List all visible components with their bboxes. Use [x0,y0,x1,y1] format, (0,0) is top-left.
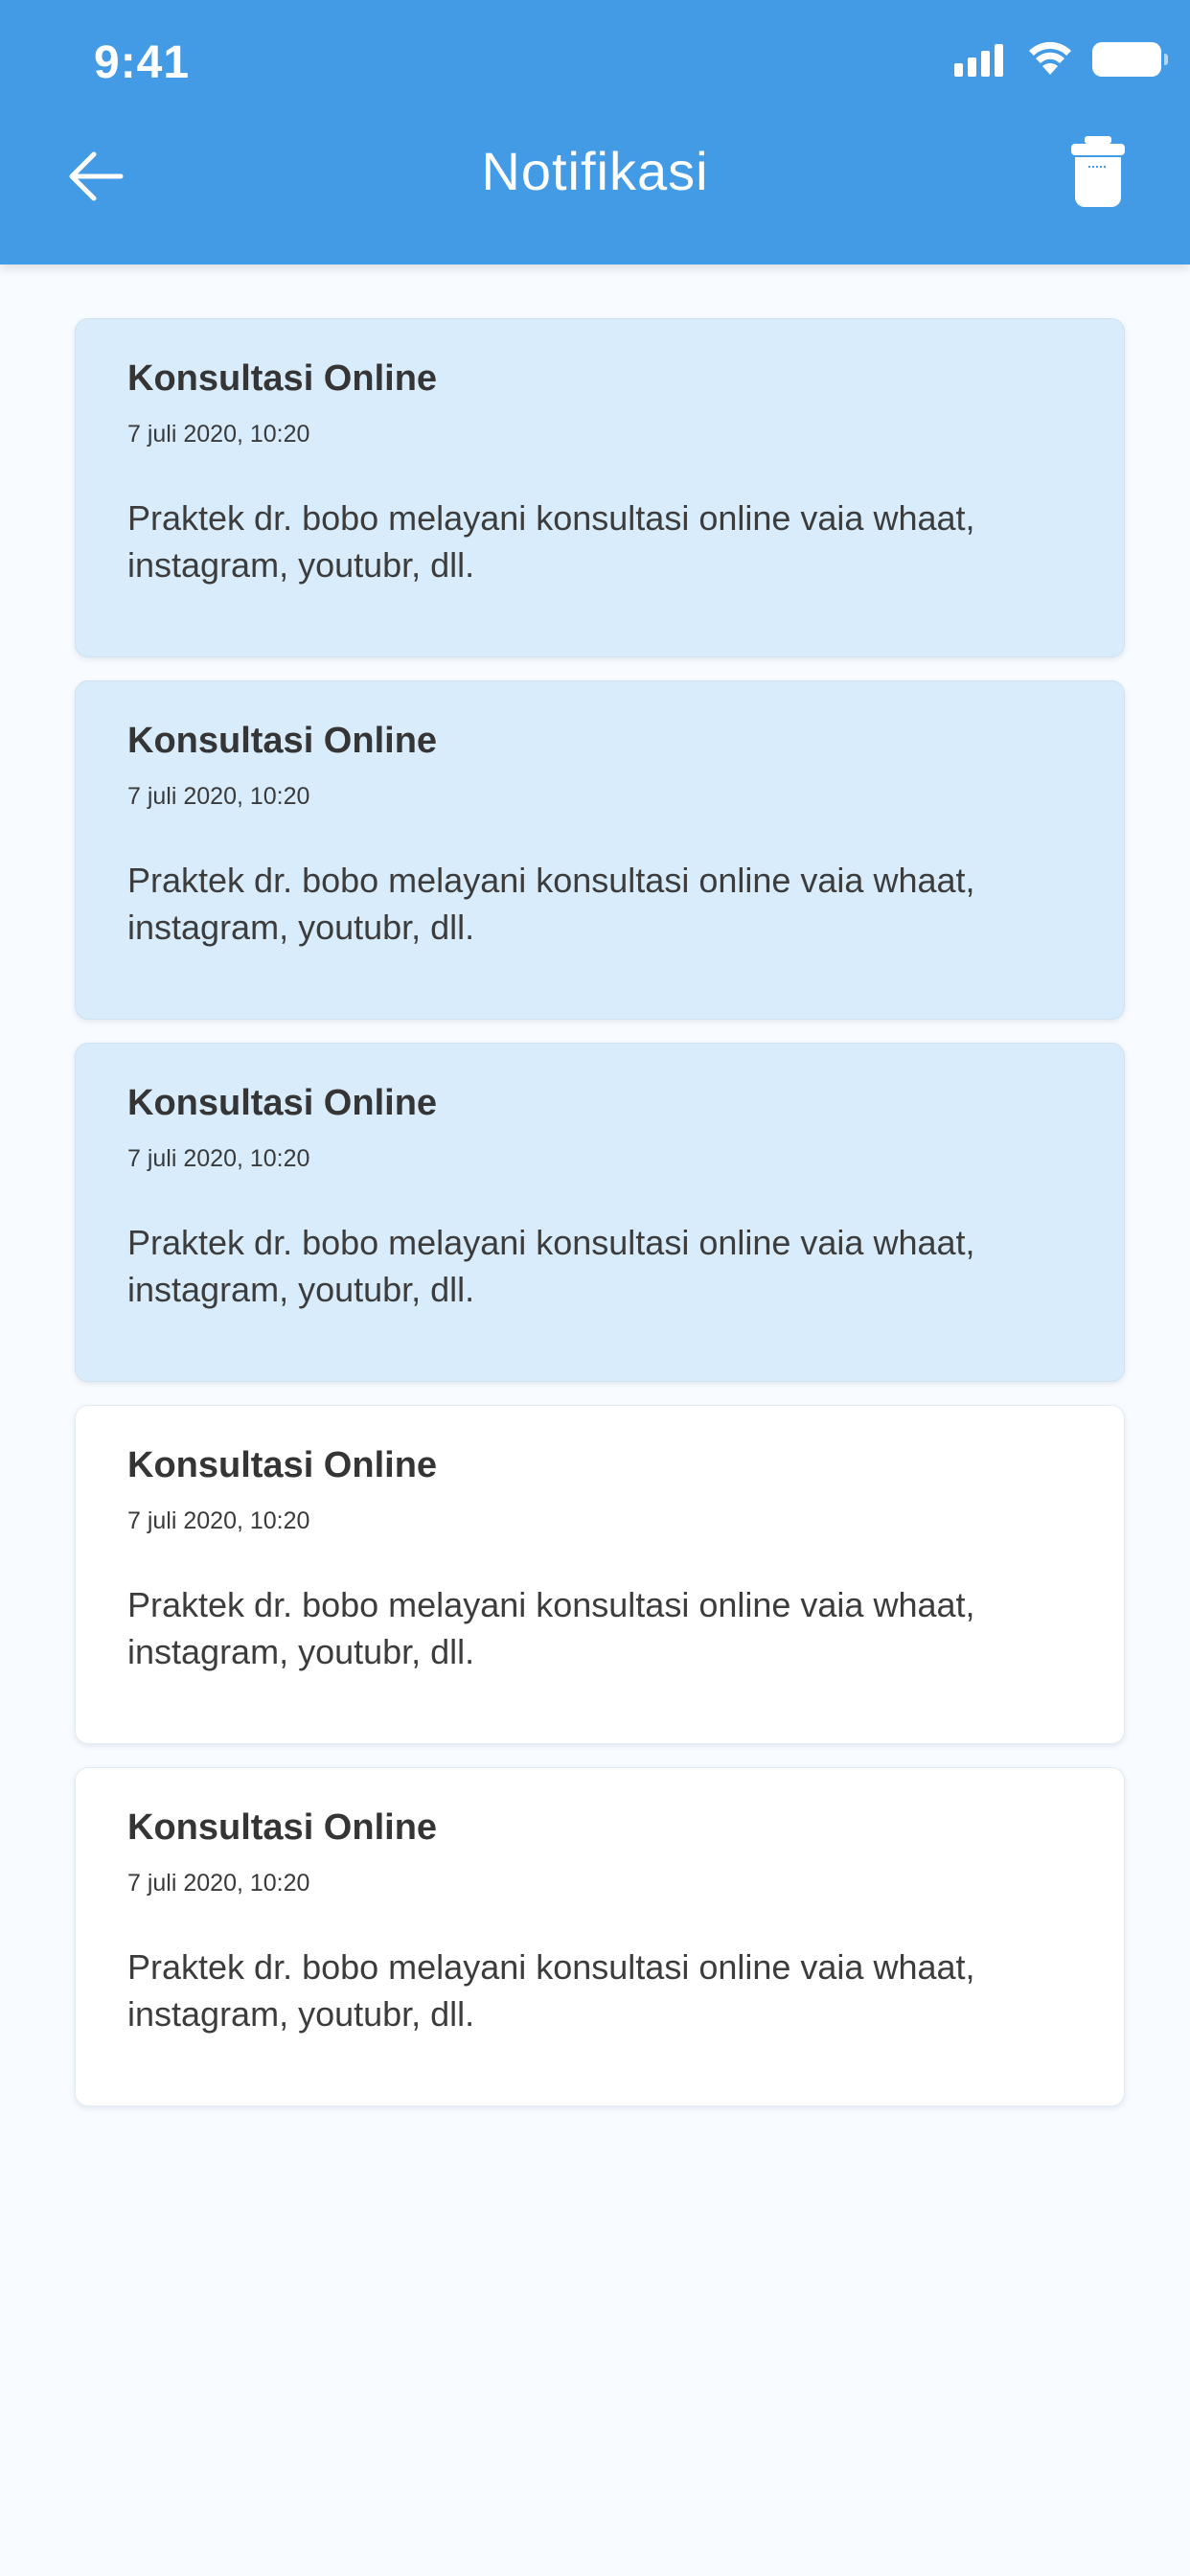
status-time: 9:41 [94,37,191,88]
notification-timestamp: 7 juli 2020, 10:20 [127,1144,310,1172]
notification-message: Praktek dr. bobo melayani konsultasi onl… [127,1584,975,1672]
notification-title: Konsultasi Online [127,1083,438,1123]
notification-card[interactable]: Konsultasi Online 7 juli 2020, 10:20 Pra… [75,680,1125,1020]
notification-title: Konsultasi Online [127,721,438,761]
notification-timestamp: 7 juli 2020, 10:20 [127,782,310,810]
page-title: Notifikasi [481,141,709,201]
notification-timestamp: 7 juli 2020, 10:20 [127,1869,310,1897]
notification-message: Praktek dr. bobo melayani konsultasi onl… [127,497,975,586]
notification-title: Konsultasi Online [127,1807,438,1848]
notification-timestamp: 7 juli 2020, 10:20 [127,1506,310,1534]
notification-title: Konsultasi Online [127,358,438,399]
notification-card[interactable]: Konsultasi Online 7 juli 2020, 10:20 Pra… [75,1405,1125,1744]
notification-card[interactable]: Konsultasi Online 7 juli 2020, 10:20 Pra… [75,1043,1125,1382]
notification-timestamp: 7 juli 2020, 10:20 [127,420,310,448]
wifi-icon [1029,41,1071,75]
notification-message: Praktek dr. bobo melayani konsultasi onl… [127,1222,975,1310]
trash-icon[interactable] [1069,136,1127,209]
cellular-signal-icon [954,42,1008,77]
battery-icon [1092,42,1168,77]
notification-list: Konsultasi Online 7 juli 2020, 10:20 Pra… [75,318,1125,2129]
notification-message: Praktek dr. bobo melayani konsultasi onl… [127,1946,975,2035]
notification-card[interactable]: Konsultasi Online 7 juli 2020, 10:20 Pra… [75,1767,1125,2106]
notification-message: Praktek dr. bobo melayani konsultasi onl… [127,860,975,948]
status-icons [954,38,1168,80]
notification-card[interactable]: Konsultasi Online 7 juli 2020, 10:20 Pra… [75,318,1125,657]
notification-title: Konsultasi Online [127,1445,438,1485]
app-header: 9:41 Notifikasi [0,0,1190,264]
